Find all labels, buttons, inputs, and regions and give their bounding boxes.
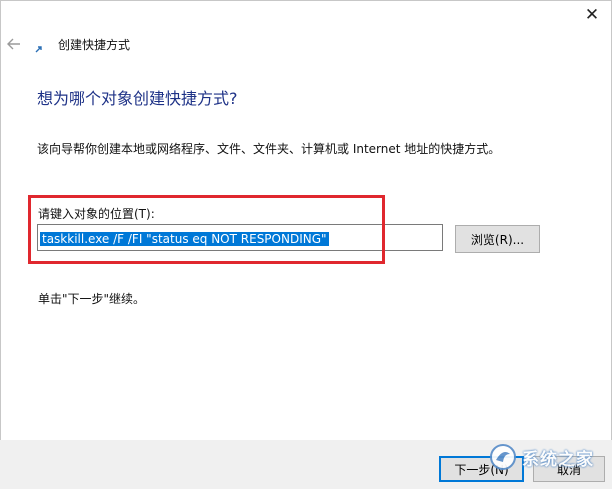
continue-hint: 单击"下一步"继续。 <box>38 292 146 306</box>
window-title: 创建快捷方式 <box>58 38 131 52</box>
close-icon: ✕ <box>584 5 600 25</box>
next-button[interactable]: 下一步(N) <box>439 456 524 482</box>
browse-button[interactable]: 浏览(R)... <box>455 225 540 253</box>
shortcut-wizard-icon <box>34 39 44 53</box>
back-button[interactable] <box>4 34 26 54</box>
back-arrow-icon <box>7 38 20 50</box>
close-button[interactable]: ✕ <box>572 0 612 30</box>
wizard-description: 该向导帮你创建本地或网络程序、文件、文件夹、计算机或 Internet 地址的快… <box>37 142 501 156</box>
page-heading: 想为哪个对象创建快捷方式? <box>37 89 238 108</box>
annotation-highlight-box <box>28 195 385 264</box>
cancel-button[interactable]: 取消 <box>533 456 605 482</box>
